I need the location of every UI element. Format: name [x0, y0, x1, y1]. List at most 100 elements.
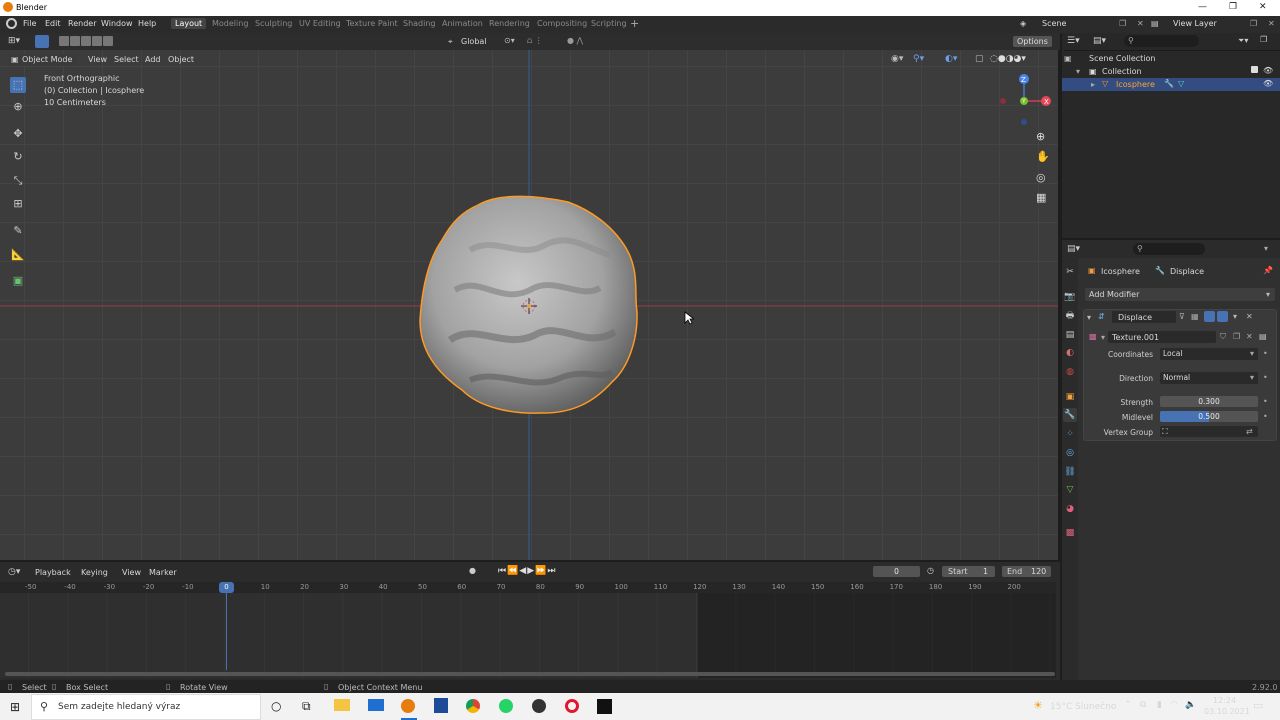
clock-date[interactable]: 03.10.2021 [1204, 707, 1250, 716]
select-mode-icon[interactable] [35, 35, 49, 48]
timeline-menu-keying[interactable]: Keying [81, 568, 108, 577]
viewport-menu-object[interactable]: Object [168, 55, 194, 64]
add-modifier-dropdown[interactable]: Add Modifier [1089, 290, 1139, 299]
tab-texture-paint[interactable]: Texture Paint [346, 19, 398, 28]
timeline-menu-marker[interactable]: Marker [149, 568, 177, 577]
midlevel-keyframe-dot[interactable]: • [1263, 412, 1268, 421]
coordinates-dropdown[interactable]: Local [1160, 348, 1258, 360]
exclude-checkbox[interactable] [1251, 66, 1258, 73]
modifier-cage-icon[interactable]: ▦ [1191, 312, 1199, 321]
volume-icon[interactable]: 🔈 [1185, 700, 1196, 710]
zoom-icon[interactable]: ⊕ [1036, 130, 1045, 143]
duplicate-texture-icon[interactable]: ❐ [1233, 332, 1240, 341]
properties-search-input[interactable] [1133, 243, 1205, 255]
object-mode-dropdown[interactable]: Object Mode [22, 55, 72, 64]
invert-vertex-group-icon[interactable]: ⇄ [1246, 427, 1253, 436]
coordinates-keyframe-dot[interactable]: • [1263, 349, 1268, 358]
3d-viewport[interactable]: Z Y X [0, 50, 1058, 560]
properties-editor-icon[interactable]: ▤▾ [1067, 244, 1080, 254]
physics-tab-icon[interactable]: ◎ [1063, 446, 1077, 460]
viewport-menu-view[interactable]: View [88, 55, 107, 64]
steam-icon[interactable] [532, 699, 546, 713]
clock-time[interactable]: 12:24 [1213, 696, 1236, 705]
playback-controls-icon[interactable]: ⏮⏪◀▶⏩⏭ [498, 566, 556, 576]
outliner-search-input[interactable] [1124, 35, 1199, 47]
delete-scene-icon[interactable]: ✕ [1137, 19, 1144, 28]
select-tool-icon[interactable]: ⬚ [10, 77, 26, 93]
outliner-item-icosphere[interactable]: Icosphere [1116, 80, 1155, 89]
properties-menu-icon[interactable]: ▾ [1264, 244, 1268, 253]
taskbar-search-placeholder[interactable]: Sem zadejte hledaný výraz [58, 702, 180, 712]
viewport-menu-add[interactable]: Add [145, 55, 161, 64]
particles-tab-icon[interactable]: ⁘ [1063, 427, 1077, 441]
mail-icon[interactable] [368, 699, 384, 711]
ortho-grid-icon[interactable]: ▦ [1036, 191, 1046, 204]
weather-text[interactable]: 15°C Slunečno [1050, 702, 1116, 712]
menu-window[interactable]: Window [101, 19, 133, 28]
world-tab-icon[interactable]: ◍ [1063, 365, 1077, 379]
collapse-icon[interactable]: ▾ [1087, 313, 1091, 322]
tab-compositing[interactable]: Compositing [537, 19, 587, 28]
playhead-line[interactable] [226, 593, 227, 670]
select-box-modes[interactable] [59, 36, 114, 48]
delete-view-layer-icon[interactable]: ✕ [1268, 19, 1275, 28]
tab-sculpting[interactable]: Sculpting [255, 19, 292, 28]
strength-keyframe-dot[interactable]: • [1263, 397, 1268, 406]
filter-icon[interactable]: ⏷▾ [1238, 36, 1248, 46]
viewport-canvas[interactable]: Z Y X [0, 50, 1058, 560]
minimize-icon[interactable]: — [1198, 2, 1207, 12]
outliner-editor-icon[interactable]: ☰▾ [1067, 36, 1080, 46]
current-frame-field[interactable]: 0 [873, 566, 920, 577]
new-scene-icon[interactable]: ❐ [1119, 19, 1126, 28]
tab-animation[interactable]: Animation [442, 19, 483, 28]
end-frame-field[interactable]: 120 [1031, 567, 1046, 576]
chrome-icon[interactable] [466, 699, 480, 713]
blender-menu-icon[interactable] [6, 18, 17, 29]
modifier-name-field[interactable]: Displace [1118, 313, 1152, 322]
options-button[interactable]: Options [1013, 36, 1052, 47]
move-tool-icon[interactable]: ✥ [10, 126, 26, 142]
tab-shading[interactable]: Shading [403, 19, 436, 28]
network-icon[interactable]: ⧉ [1140, 700, 1146, 710]
tab-layout[interactable]: Layout [171, 18, 207, 29]
texture-properties-icon[interactable]: ▤ [1259, 332, 1267, 341]
record-icon[interactable]: ● [469, 566, 476, 575]
modifier-edit-mode-icon[interactable]: ⊽ [1179, 312, 1185, 321]
pan-hand-icon[interactable]: ✋ [1036, 150, 1050, 163]
menu-help[interactable]: Help [138, 19, 156, 28]
pivot-icon[interactable]: ⊙▾ [504, 36, 515, 45]
measure-tool-icon[interactable]: 📐 [10, 247, 26, 263]
tool-tab-icon[interactable]: ✂ [1063, 265, 1077, 279]
material-tab-icon[interactable]: ◕ [1063, 502, 1077, 516]
fake-user-icon[interactable]: ⛉ [1220, 332, 1226, 342]
outliner-item-collection[interactable]: Collection [1102, 67, 1142, 76]
new-view-layer-icon[interactable]: ❐ [1250, 19, 1257, 28]
timeline-scrollbar[interactable] [5, 672, 1055, 676]
menu-file[interactable]: File [23, 19, 36, 28]
start-frame-field[interactable]: 1 [983, 567, 988, 576]
cortana-icon[interactable]: ○ [271, 699, 281, 713]
overlay-toggle-icon[interactable]: ◐▾ [945, 54, 957, 64]
menu-edit[interactable]: Edit [45, 19, 61, 28]
timeline-menu-view[interactable]: View [122, 568, 141, 577]
object-tab-icon[interactable]: ▣ [1063, 390, 1077, 404]
playhead-frame-badge[interactable]: 0 [219, 582, 234, 593]
texture-tab-icon[interactable]: ▩ [1063, 526, 1077, 540]
unlink-texture-icon[interactable]: ✕ [1246, 332, 1253, 341]
gizmo-toggle-icon[interactable]: ⚲▾ [913, 54, 924, 64]
tab-rendering[interactable]: Rendering [489, 19, 530, 28]
new-collection-icon[interactable]: ❐ [1260, 35, 1267, 44]
whatsapp-icon[interactable] [499, 699, 513, 713]
icosphere-eye-icon[interactable]: 👁 [1263, 79, 1273, 88]
proportional-edit-icon[interactable]: ● ⋀ [567, 36, 583, 45]
add-cube-tool-icon[interactable]: ▣ [10, 273, 26, 289]
modifier-viewport-toggle[interactable] [1204, 311, 1215, 322]
texture-browse-chevron-icon[interactable]: ▾ [1101, 333, 1105, 342]
strength-field[interactable]: 0.300 [1160, 396, 1258, 407]
view-layer-tab-icon[interactable]: ▤ [1063, 328, 1077, 342]
save-floppy-icon[interactable] [434, 698, 448, 713]
view-layer-name[interactable]: View Layer [1173, 19, 1217, 28]
outliner-item-scene-collection[interactable]: Scene Collection [1089, 54, 1156, 63]
battery-icon[interactable]: ▮ [1157, 700, 1162, 710]
viewport-menu-select[interactable]: Select [114, 55, 139, 64]
